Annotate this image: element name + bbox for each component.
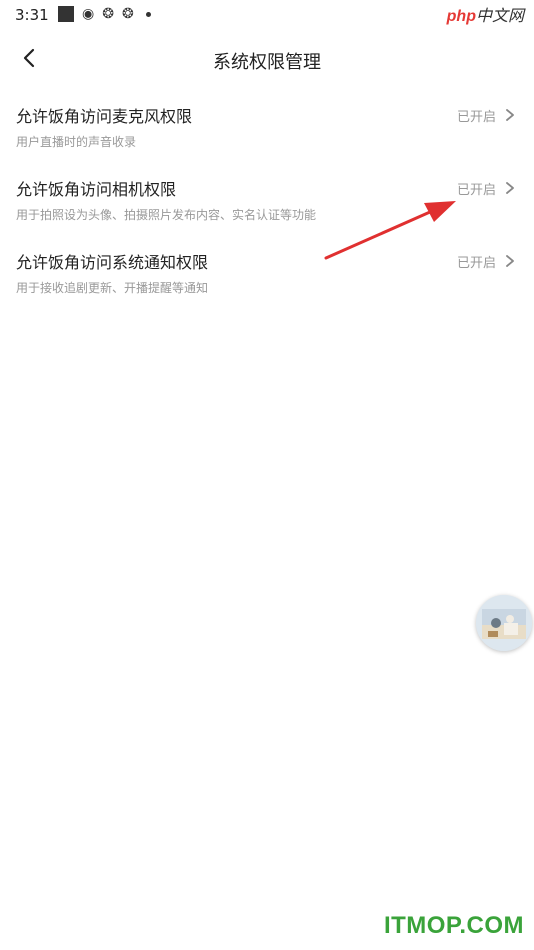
permission-description: 用于拍照设为头像、拍摄照片发布内容、实名认证等功能: [16, 208, 317, 222]
permission-title: 允许饭角访问系统通知权限: [16, 253, 209, 272]
status-time: 3:31: [15, 6, 49, 24]
floating-ball[interactable]: [476, 595, 532, 651]
watermark-itmop: ITMOP.COM: [383, 912, 524, 939]
permission-status: 已开启: [456, 110, 496, 125]
app-icon: ❂: [121, 6, 134, 22]
page-title: 系统权限管理: [213, 52, 321, 73]
permission-item-microphone[interactable]: 允许饭角访问麦克风权限 用户直播时的声音收录 已开启: [0, 95, 534, 168]
chevron-right-icon: [506, 109, 514, 121]
stop-square-icon: [58, 6, 74, 22]
watermark-php: php中文网: [447, 2, 524, 26]
permission-description: 用户直播时的声音收录: [16, 135, 137, 149]
weibo-icon: ◉: [82, 6, 95, 22]
permission-list: 允许饭角访问麦克风权限 用户直播时的声音收录 已开启 允许饭角访问相机权限 用于…: [0, 95, 534, 314]
watermark-php-text: php: [446, 8, 476, 25]
floating-thumbnail-icon: [476, 595, 532, 651]
permission-status: 已开启: [456, 183, 496, 198]
dot-icon: [145, 11, 151, 17]
permission-description: 用于接收追剧更新、开播提醒等通知: [16, 281, 209, 295]
permission-item-notification[interactable]: 允许饭角访问系统通知权限 用于接收追剧更新、开播提醒等通知 已开启: [0, 241, 534, 314]
app-icon: ❂: [102, 6, 114, 22]
permission-title: 允许饭角访问相机权限: [16, 180, 177, 199]
permission-title: 允许饭角访问麦克风权限: [16, 107, 193, 126]
permission-status: 已开启: [456, 256, 496, 271]
watermark-cn-text: 中文网: [475, 8, 524, 25]
header: 系统权限管理: [0, 40, 534, 80]
status-bar: 3:31 ◉ ❂ ❂ php中文网: [0, 0, 534, 30]
status-icons: ◉ ❂ ❂: [58, 6, 151, 22]
chevron-right-icon: [506, 255, 514, 267]
chevron-right-icon: [506, 182, 514, 194]
permission-item-camera[interactable]: 允许饭角访问相机权限 用于拍照设为头像、拍摄照片发布内容、实名认证等功能 已开启: [0, 168, 534, 241]
